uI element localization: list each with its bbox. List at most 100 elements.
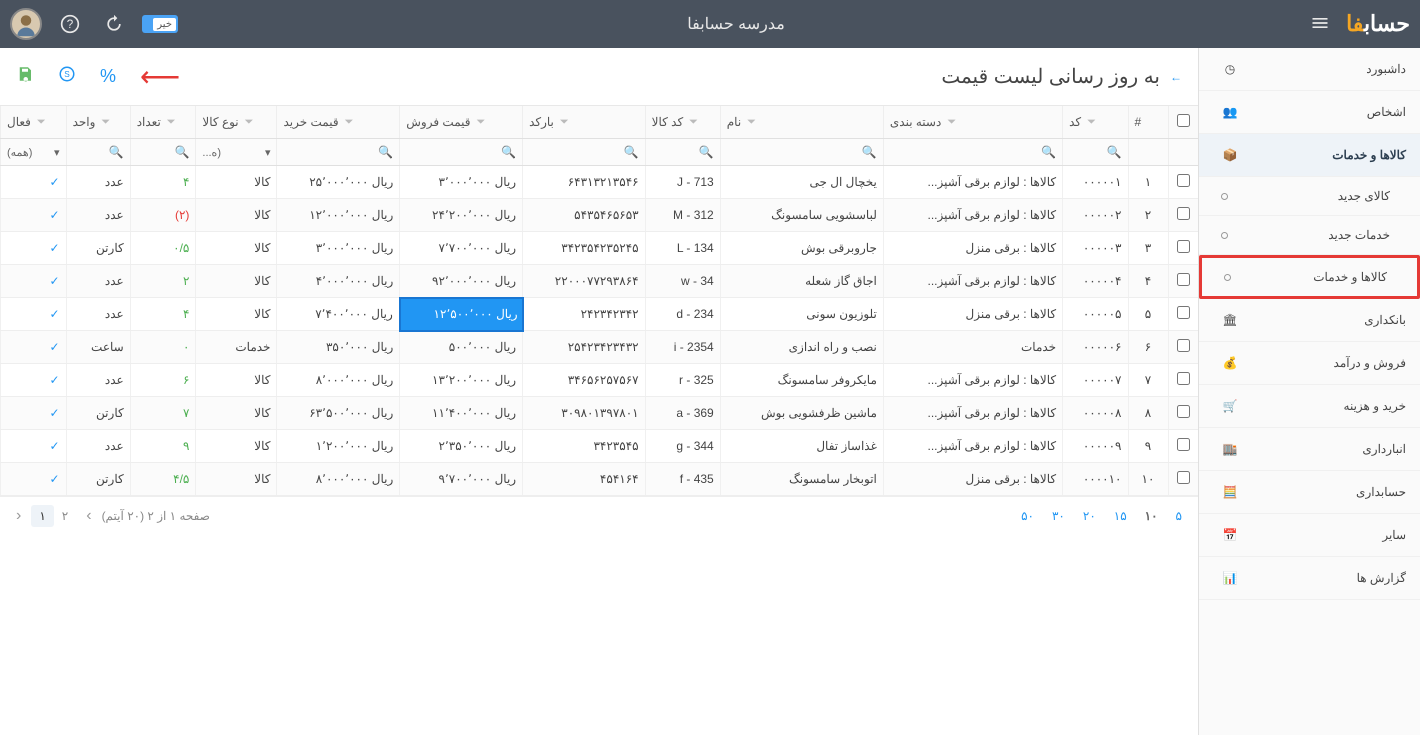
page-size-option[interactable]: ۲۰ <box>1083 509 1096 523</box>
table-row[interactable]: ۳۰۰۰۰۰۳کالاها : برقی منزلجاروبرقی بوشL -… <box>1 232 1199 265</box>
sidebar-subitem[interactable]: خدمات جدید <box>1199 216 1420 255</box>
save-icon[interactable] <box>16 65 34 88</box>
sidebar-item[interactable]: حسابداری🧮 <box>1199 471 1420 514</box>
cell: کالاها : لوازم برقی آشپز... <box>883 166 1062 199</box>
filter-icon[interactable]: ⏷ <box>245 116 254 129</box>
page-size-option[interactable]: ۵۰ <box>1021 509 1034 523</box>
page-size-option[interactable]: ۱۰ <box>1145 509 1158 523</box>
sidebar-item-label: بانکداری <box>1239 313 1406 327</box>
cell: ۲۲۰۰۰۷۷۲۹۳۸۶۴ <box>523 265 646 298</box>
table-row[interactable]: ۹۰۰۰۰۰۹کالاها : لوازم برقی آشپز...غذاساز… <box>1 430 1199 463</box>
sidebar-item[interactable]: انبارداری🏬 <box>1199 428 1420 471</box>
column-header[interactable]: ⏷دسته بندی <box>883 106 1062 139</box>
row-checkbox[interactable] <box>1177 339 1190 352</box>
sidebar-item[interactable]: خرید و هزینه🛒 <box>1199 385 1420 428</box>
page-button[interactable]: ۲ <box>54 505 76 527</box>
column-header[interactable]: ⏷بارکد <box>523 106 646 139</box>
sidebar-item-label: کالاها و خدمات <box>1313 270 1387 284</box>
table-row[interactable]: ۸۰۰۰۰۰۸کالاها : لوازم برقی آشپز...ماشین … <box>1 397 1199 430</box>
page-size-option[interactable]: ۳۰ <box>1052 509 1065 523</box>
filter-cell[interactable]: ▾(ه... <box>196 139 277 166</box>
table-row[interactable]: ۲۰۰۰۰۰۲کالاها : لوازم برقی آشپز...لباسشو… <box>1 199 1199 232</box>
row-checkbox[interactable] <box>1177 471 1190 484</box>
row-checkbox[interactable] <box>1177 438 1190 451</box>
row-checkbox[interactable] <box>1177 306 1190 319</box>
column-header[interactable]: ⏷کد <box>1063 106 1128 139</box>
column-header[interactable]: ⏷قیمت خرید <box>277 106 400 139</box>
cell: ۶ <box>130 364 196 397</box>
row-checkbox[interactable] <box>1177 273 1190 286</box>
select-all-checkbox[interactable] <box>1177 114 1190 127</box>
filter-cell[interactable]: 🔍 <box>523 139 646 166</box>
sidebar-item[interactable]: سایر📅 <box>1199 514 1420 557</box>
filter-cell[interactable]: 🔍 <box>883 139 1062 166</box>
avatar[interactable] <box>10 8 42 40</box>
cell <box>1168 430 1198 463</box>
filter-icon[interactable]: ⏷ <box>477 116 486 129</box>
page-button[interactable]: ۱ <box>31 505 53 527</box>
help-icon[interactable]: ? <box>54 8 86 40</box>
filter-icon[interactable]: ⏷ <box>345 116 354 129</box>
column-header[interactable]: ⏷نوع کالا <box>196 106 277 139</box>
page-size-option[interactable]: ۱۵ <box>1114 509 1127 523</box>
row-checkbox[interactable] <box>1177 405 1190 418</box>
prev-page-icon[interactable]: › <box>86 507 91 525</box>
filter-cell[interactable]: 🔍 <box>645 139 720 166</box>
toggle-switch[interactable]: خیر <box>142 15 178 33</box>
table-row[interactable]: ۷۰۰۰۰۰۷کالاها : لوازم برقی آشپز...مایکرو… <box>1 364 1199 397</box>
page-size-option[interactable]: ۵ <box>1176 509 1182 523</box>
cell: ۲۴۲۳۴۲۳۴۲ <box>523 298 646 331</box>
column-header[interactable]: ⏷فعال <box>1 106 67 139</box>
filter-icon[interactable]: ⏷ <box>689 116 698 129</box>
filter-icon[interactable]: ⏷ <box>560 116 569 129</box>
sidebar-item[interactable]: داشبورد◷ <box>1199 48 1420 91</box>
row-checkbox[interactable] <box>1177 240 1190 253</box>
table-row[interactable]: ۱۰۰۰۰۰۱۰کالاها : برقی منزلاتوبخار سامسون… <box>1 463 1199 496</box>
cart-icon: 🛒 <box>1221 397 1239 415</box>
table-row[interactable]: ۱۰۰۰۰۰۱کالاها : لوازم برقی آشپز...یخچال … <box>1 166 1199 199</box>
cell: نصب و راه اندازی <box>720 331 883 364</box>
filter-icon[interactable]: ⏷ <box>747 116 756 129</box>
filter-icon[interactable]: ⏷ <box>947 116 956 129</box>
cell: تلوزیون سونی <box>720 298 883 331</box>
filter-cell[interactable]: ▾(همه) <box>1 139 67 166</box>
filter-cell[interactable]: 🔍 <box>130 139 196 166</box>
sidebar-item[interactable]: بانکداری🏛 <box>1199 299 1420 342</box>
percent-icon[interactable]: % <box>100 66 116 87</box>
column-header[interactable]: ⏷واحد <box>66 106 130 139</box>
cell: ریال ۲٬۳۵۰٬۰۰۰ <box>400 430 523 463</box>
row-checkbox[interactable] <box>1177 174 1190 187</box>
filter-cell[interactable]: 🔍 <box>1063 139 1128 166</box>
row-checkbox[interactable] <box>1177 372 1190 385</box>
filter-icon[interactable]: ⏷ <box>167 116 176 129</box>
sidebar-item[interactable]: اشخاص👥 <box>1199 91 1420 134</box>
filter-icon[interactable]: ⏷ <box>101 116 110 129</box>
sidebar-item[interactable]: گزارش ها📊 <box>1199 557 1420 600</box>
sidebar-subitem[interactable]: کالای جدید <box>1199 177 1420 216</box>
column-header[interactable]: ⏷نام <box>720 106 883 139</box>
sidebar-subitem[interactable]: کالاها و خدمات <box>1199 255 1420 299</box>
sidebar-item[interactable]: کالاها و خدمات📦 <box>1199 134 1420 177</box>
sidebar-item[interactable]: فروش و درآمد💰 <box>1199 342 1420 385</box>
filter-cell[interactable]: 🔍 <box>400 139 523 166</box>
filter-cell[interactable]: 🔍 <box>277 139 400 166</box>
hamburger-menu-icon[interactable] <box>1302 5 1338 44</box>
refresh-icon[interactable] <box>98 8 130 40</box>
cell[interactable]: ریال ۱۲٬۵۰۰٬۰۰۰ <box>400 298 523 331</box>
column-header[interactable]: ⏷قیمت فروش <box>400 106 523 139</box>
table-row[interactable]: ۶۰۰۰۰۰۶خدماتنصب و راه اندازیi - 2354۲۵۴۲… <box>1 331 1199 364</box>
column-header[interactable]: # <box>1128 106 1168 139</box>
row-checkbox[interactable] <box>1177 207 1190 220</box>
filter-cell[interactable] <box>1128 139 1168 166</box>
filter-icon[interactable]: ⏷ <box>1087 116 1096 129</box>
filter-icon[interactable]: ⏷ <box>37 116 46 129</box>
column-header[interactable]: ⏷تعداد <box>130 106 196 139</box>
currency-icon[interactable]: S <box>58 65 76 88</box>
table-row[interactable]: ۴۰۰۰۰۰۴کالاها : لوازم برقی آشپز...اجاق گ… <box>1 265 1199 298</box>
back-arrow-icon[interactable]: ← <box>1170 70 1182 84</box>
next-page-icon[interactable]: ‹ <box>16 507 21 525</box>
column-header[interactable]: ⏷کد کالا <box>645 106 720 139</box>
filter-cell[interactable]: 🔍 <box>66 139 130 166</box>
filter-cell[interactable]: 🔍 <box>720 139 883 166</box>
table-row[interactable]: ۵۰۰۰۰۰۵کالاها : برقی منزلتلوزیون سونیd -… <box>1 298 1199 331</box>
